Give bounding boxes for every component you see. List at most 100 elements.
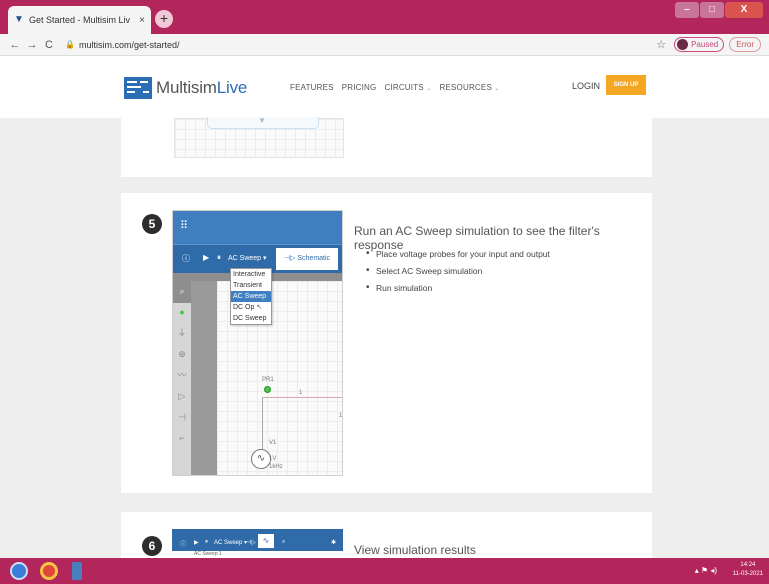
probe-icon: ●: [179, 307, 185, 317]
multisim-logo-icon: [124, 77, 152, 99]
back-icon[interactable]: ←: [8, 39, 22, 51]
multisim-logo[interactable]: MultisimLive: [124, 77, 247, 99]
opamp-icon: ▷: [178, 391, 186, 401]
previous-step-card: ▼: [121, 116, 652, 177]
ground-icon: ⏚: [177, 328, 187, 338]
previous-step-screenshot: ▼: [174, 116, 344, 158]
profile-button[interactable]: Paused: [674, 37, 725, 52]
probe-icon: ⌕: [282, 539, 286, 545]
step-5-card: 5 Run an AC Sweep simulation to see the …: [121, 193, 652, 493]
dropdown-option: Interactive: [233, 271, 266, 278]
wire-icon: ⌐: [179, 433, 185, 443]
list-item: Select AC Sweep simulation: [366, 265, 550, 276]
lock-icon[interactable]: 🔒: [65, 40, 75, 49]
system-tray-icons[interactable]: ▴ ⚑ ◂): [695, 566, 717, 575]
dropdown-option: DC Sweep: [233, 315, 267, 322]
analysis-select: AC Sweep ▾: [228, 255, 267, 262]
source-label: V1 1V 1kHz: [269, 440, 283, 470]
analysis-select: AC Sweep ▾: [214, 540, 248, 546]
tab-title: Get Started - Multisim Liv: [29, 15, 131, 25]
clock-time: 14:24: [740, 562, 756, 568]
results-tab: AC Sweep 1: [172, 551, 343, 558]
info-icon: ⓘ: [182, 254, 190, 263]
browser-tab-bar: ▼ Get Started - Multisim Liv × + – □ X: [0, 0, 769, 34]
browser-tab[interactable]: ▼ Get Started - Multisim Liv ×: [8, 6, 151, 34]
list-item: Run simulation: [366, 282, 550, 293]
sim-header: ⠿: [173, 211, 342, 244]
window-controls: – □ X: [675, 2, 763, 18]
component-icons: ⌕ ● ⏚ ⊕ 〰 ▷ ⊣ ⌐: [173, 281, 191, 449]
bookmark-star-icon[interactable]: ☆: [656, 38, 666, 51]
pause-icon: ⏸: [217, 253, 221, 262]
step-6-card: 6 View simulation results ⓘ ▶ ⏸ AC Sweep…: [121, 512, 652, 558]
simulator-screenshot: ⠿ ⓘ ▶ ⏸ AC Sweep ▾ ⊣▷ Schematic ⌕ ● ⏚ ⊕ …: [172, 210, 343, 476]
schematic-button: ⊣▷ Schematic: [276, 248, 338, 270]
minimize-button[interactable]: –: [675, 2, 699, 18]
dropdown-option: Transient: [233, 282, 262, 289]
start-button-icon[interactable]: [10, 562, 28, 580]
step-number: 5: [142, 214, 162, 234]
play-icon: ▶: [194, 540, 199, 546]
main-menu: FEATURES PRICING CIRCUITS ⌄ RESOURCES ⌄: [290, 83, 500, 92]
site-header: MultisimLive FEATURES PRICING CIRCUITS ⌄…: [0, 56, 769, 118]
diode-icon: ⊣: [178, 412, 186, 422]
address-bar: ← → C 🔒 multisim.com/get-started/ ☆ Paus…: [0, 34, 769, 56]
list-item: Place voltage probes for your input and …: [366, 248, 550, 259]
probe-label: PR1: [262, 377, 274, 383]
avatar: [677, 39, 689, 50]
cursor-icon: ↖: [256, 304, 263, 311]
chevron-down-icon: ⌄: [494, 86, 500, 92]
step-heading: Run an AC Sweep simulation to see the fi…: [354, 224, 600, 252]
simulator-screenshot: ⓘ ▶ ⏸ AC Sweep ▾ ⊣▷ ∿ ⌕ ✱ AC Sweep 1: [172, 529, 343, 558]
reload-icon[interactable]: C: [42, 39, 56, 51]
login-link[interactable]: LOGIN: [572, 81, 600, 91]
wire: [262, 397, 263, 449]
menu-pricing[interactable]: PRICING: [342, 83, 377, 92]
url-field[interactable]: multisim.com/get-started/: [79, 40, 656, 50]
canvas-shaded-area: [191, 281, 217, 475]
search-icon: ⌕: [179, 286, 185, 296]
apps-grid-icon: ⠿: [180, 220, 189, 232]
forward-icon[interactable]: →: [25, 39, 39, 51]
new-tab-button[interactable]: +: [155, 10, 173, 28]
step-heading: View simulation results: [354, 543, 476, 557]
close-tab-icon[interactable]: ×: [139, 15, 145, 26]
source-icon: ⊕: [178, 349, 186, 359]
collapsed-panel: ▼: [207, 116, 319, 129]
clock[interactable]: 14:24 11-03-2021: [733, 561, 763, 579]
os-taskbar: ▴ ⚑ ◂) 14:24 11-03-2021: [0, 558, 769, 584]
close-window-button[interactable]: X: [725, 2, 763, 18]
menu-resources[interactable]: RESOURCES ⌄: [440, 83, 500, 92]
multisim-favicon-icon: ▼: [14, 14, 24, 25]
schematic-icon: ⊣▷: [283, 255, 296, 262]
resistor-icon: 〰: [177, 370, 187, 380]
step-instructions: Place voltage probes for your input and …: [366, 248, 550, 300]
schematic-icon: ⊣▷: [246, 540, 256, 546]
maximize-button[interactable]: □: [700, 2, 724, 18]
ac-source-icon: ∿: [251, 449, 271, 469]
menu-features[interactable]: FEATURES: [290, 83, 334, 92]
pinned-app-icon[interactable]: [72, 562, 82, 580]
chrome-icon[interactable]: [40, 562, 58, 580]
profile-status: Paused: [691, 40, 719, 49]
net-label: 1: [299, 390, 303, 396]
error-button[interactable]: Error: [729, 37, 761, 52]
pause-icon: ⏸: [205, 539, 209, 545]
play-icon: ▶: [203, 253, 210, 262]
signup-button[interactable]: SIGN UP: [606, 75, 646, 95]
clock-date: 11-03-2021: [732, 571, 763, 577]
voltage-probe: [264, 386, 271, 393]
dropdown-option: DC Op ↖: [233, 304, 263, 311]
net-label: 1: [339, 413, 343, 419]
analysis-dropdown: Interactive Transient AC Sweep DC Op ↖ D…: [230, 268, 272, 325]
logo-text: MultisimLive: [156, 78, 248, 97]
settings-icon: ✱: [331, 540, 337, 546]
wire: [262, 397, 342, 398]
menu-circuits[interactable]: CIRCUITS ⌄: [384, 83, 431, 92]
grapher-icon: ∿: [258, 534, 274, 548]
step-number: 6: [142, 536, 162, 556]
info-icon: ⓘ: [180, 542, 187, 548]
dropdown-option-active: AC Sweep: [231, 291, 271, 302]
chevron-down-icon: ▼: [258, 116, 266, 125]
chevron-down-icon: ⌄: [426, 86, 432, 92]
